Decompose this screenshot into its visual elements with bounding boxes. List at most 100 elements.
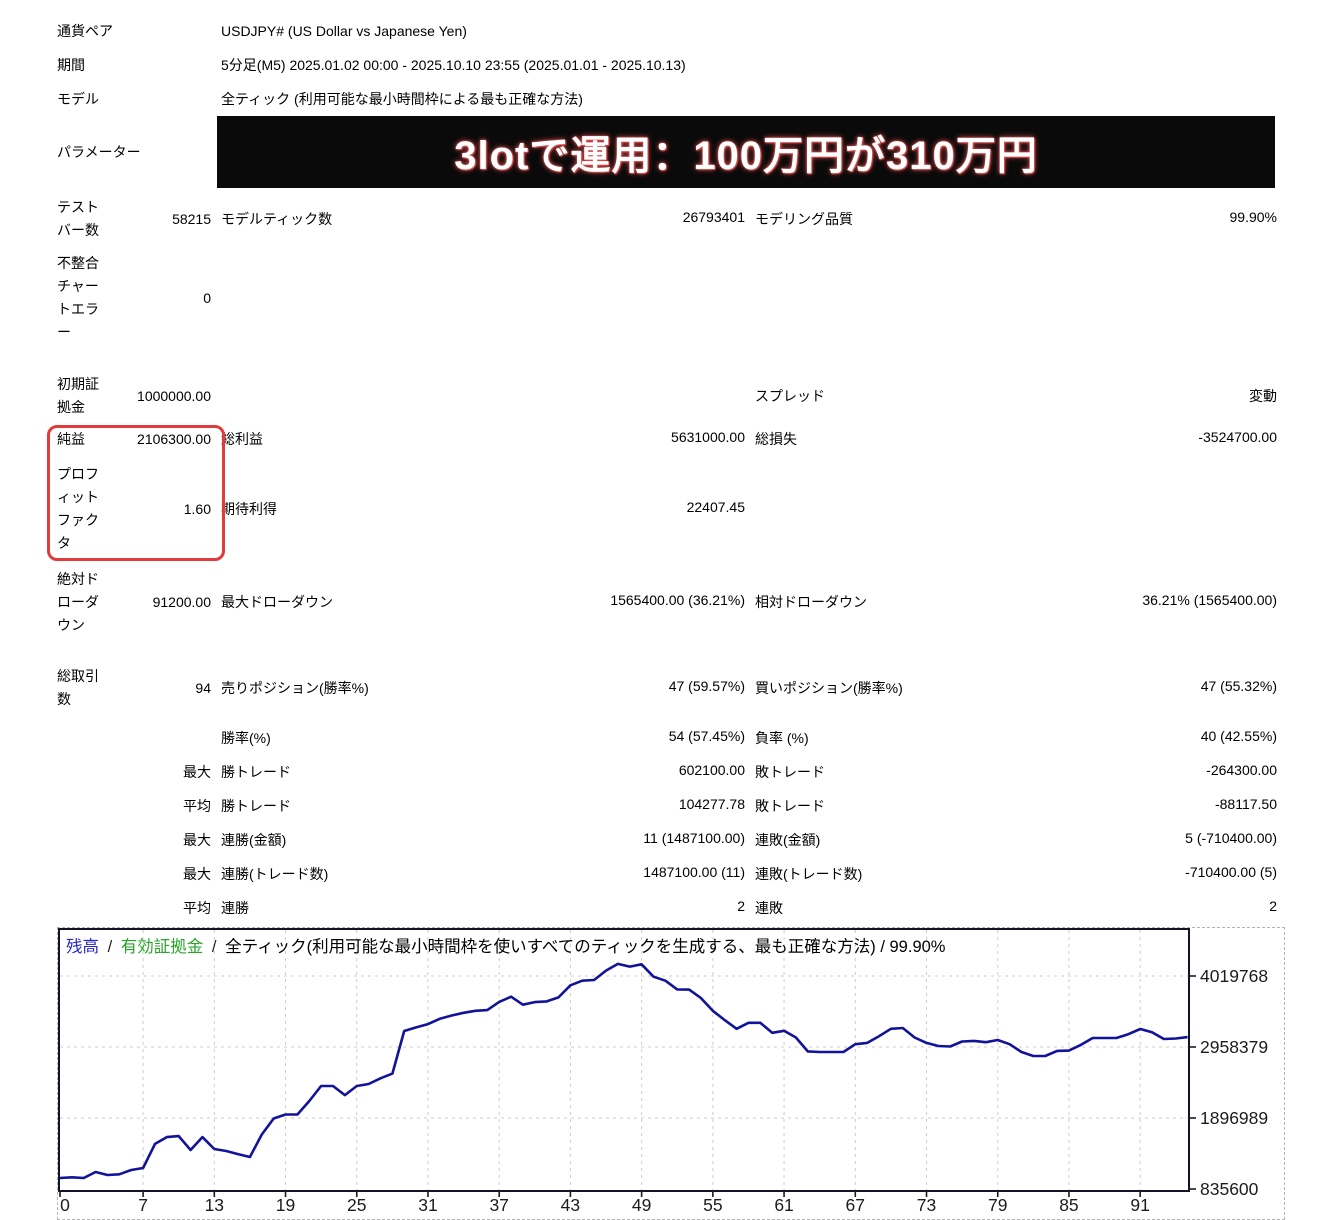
stat-label: 勝トレード bbox=[221, 764, 291, 780]
legend-separator: / bbox=[211, 938, 217, 956]
stat-label: 連敗 bbox=[755, 900, 783, 916]
stat-label: モデリング品質 bbox=[755, 211, 853, 227]
stat-value: -88117.50 bbox=[1214, 796, 1277, 812]
x-axis-label: 67 bbox=[845, 1195, 866, 1215]
stat-label: 不整合チャートエラー bbox=[57, 255, 99, 340]
period-value: 5分足(M5) 2025.01.02 00:00 - 2025.10.10 23… bbox=[221, 57, 686, 73]
stat-label: 連敗(金額) bbox=[755, 832, 821, 848]
symbol-value: USDJPY# (US Dollar vs Japanese Yen) bbox=[221, 23, 467, 39]
y-axis-labels: 4019768 2958379 1896989 835600 bbox=[1190, 928, 1284, 1199]
stat-value: 1.60 bbox=[183, 501, 211, 517]
stat-label: 勝率(%) bbox=[221, 730, 271, 746]
x-axis-label: 85 bbox=[1059, 1195, 1079, 1215]
stat-label: 連勝 bbox=[221, 900, 249, 916]
stat-label: スプレッド bbox=[755, 388, 825, 404]
stat-value: 26793401 bbox=[682, 209, 745, 225]
stat-value: 58215 bbox=[172, 211, 211, 227]
legend-separator: / bbox=[107, 938, 113, 956]
model-value: 全ティック (利用可能な最小時間枠による最も正確な方法) bbox=[221, 91, 583, 107]
stat-row-average-trade: 平均 勝トレード 104277.78 敗トレード -88117.50 bbox=[57, 789, 1277, 823]
stat-label: 最大 bbox=[183, 866, 211, 882]
stat-row-mismatched-errors: 不整合チャートエラー 0 bbox=[57, 250, 1277, 346]
stat-label: 負率 (%) bbox=[755, 730, 809, 746]
stat-label: プロフィットファクタ bbox=[57, 466, 99, 551]
stat-label: 純益 bbox=[57, 430, 85, 447]
x-axis-label: 61 bbox=[774, 1195, 794, 1215]
stat-row-profit-factor: プロフィットファクタ 1.60 期待利得 22407.45 bbox=[57, 459, 1277, 559]
stat-value: 54 (57.45%) bbox=[668, 728, 745, 744]
x-axis-label: 43 bbox=[560, 1195, 581, 1215]
stat-row-drawdown: 絶対ドローダウン 91200.00 最大ドローダウン 1565400.00 (36… bbox=[57, 559, 1277, 645]
stat-value: -264300.00 bbox=[1206, 762, 1277, 778]
balance-curve-svg bbox=[59, 930, 1196, 1197]
x-axis-label: 91 bbox=[1130, 1195, 1150, 1215]
stat-label: モデルティック数 bbox=[221, 211, 333, 227]
stat-row-largest-trade: 最大 勝トレード 602100.00 敗トレード -264300.00 bbox=[57, 755, 1277, 789]
x-axis-label: 31 bbox=[418, 1195, 438, 1215]
stat-label: 連敗(トレード数) bbox=[755, 866, 863, 882]
stat-label: 連勝(金額) bbox=[221, 832, 287, 848]
parameters-row: パラメーター 3lotで運用：100万円が310万円 bbox=[57, 116, 1277, 188]
y-axis-label: 2958379 bbox=[1200, 1036, 1269, 1057]
stat-value: 104277.78 bbox=[678, 796, 745, 812]
x-axis-label: 19 bbox=[275, 1195, 296, 1215]
balance-chart-section: 残高 / 有効証拠金 / 全ティック(利用可能な最小時間枠を使いすべてのティック… bbox=[57, 927, 1285, 1220]
stat-label: 買いポジション(勝率%) bbox=[755, 680, 903, 696]
stat-row-net-profit: 純益 2106300.00 総利益 5631000.00 総損失 -3524700.… bbox=[57, 419, 1277, 459]
stat-value: 変動 bbox=[1249, 388, 1277, 404]
stat-label: 最大ドローダウン bbox=[221, 594, 333, 610]
y-axis-label: 1896989 bbox=[1200, 1108, 1269, 1128]
model-row: モデル 全ティック (利用可能な最小時間枠による最も正確な方法) bbox=[57, 82, 1277, 116]
stat-value: 0 bbox=[203, 290, 211, 306]
stat-value: 47 (55.32%) bbox=[1200, 678, 1277, 694]
chart-plot-area: 残高 / 有効証拠金 / 全ティック(利用可能な最小時間枠を使いすべてのティック… bbox=[58, 928, 1196, 1197]
stat-label: 最大 bbox=[183, 764, 211, 780]
x-axis-label: 0 bbox=[60, 1195, 70, 1215]
banner-text: 3lotで運用：100万円が310万円 bbox=[454, 134, 1038, 178]
stat-value: 94 bbox=[195, 680, 211, 696]
stat-label: テストバー数 bbox=[57, 199, 99, 238]
legend-equity-label: 有効証拠金 bbox=[120, 938, 204, 956]
backtest-report-page: 通貨ペア USDJPY# (US Dollar vs Japanese Yen)… bbox=[0, 0, 1285, 1220]
stat-value: 47 (59.57%) bbox=[668, 678, 745, 694]
stat-label: 勝トレード bbox=[221, 798, 291, 814]
symbol-row: 通貨ペア USDJPY# (US Dollar vs Japanese Yen) bbox=[57, 14, 1277, 48]
stat-label: 連勝(トレード数) bbox=[221, 866, 329, 882]
x-axis-label: 79 bbox=[987, 1195, 1008, 1215]
x-axis-label: 25 bbox=[347, 1195, 367, 1215]
symbol-label: 通貨ペア bbox=[57, 23, 113, 39]
stat-value: 22407.45 bbox=[686, 499, 745, 515]
stat-value: -3524700.00 bbox=[1198, 429, 1277, 445]
stat-label: 敗トレード bbox=[755, 764, 825, 780]
stat-label: 最大 bbox=[183, 832, 211, 848]
stat-label: 相対ドローダウン bbox=[755, 594, 867, 610]
chart-legend: 残高 / 有効証拠金 / 全ティック(利用可能な最小時間枠を使いすべてのティック… bbox=[66, 933, 945, 957]
stat-value: 1565400.00 (36.21%) bbox=[610, 592, 745, 608]
stat-label: 平均 bbox=[183, 798, 211, 814]
stat-row-win-rate: 勝率(%) 54 (57.45%) 負率 (%) 40 (42.55%) bbox=[57, 721, 1277, 755]
stat-value: 2 bbox=[737, 898, 745, 914]
stat-value: 99.90% bbox=[1229, 209, 1277, 225]
stat-value: 5631000.00 bbox=[671, 429, 745, 445]
stat-row-average-consecutive: 平均 連勝 2 連敗 2 bbox=[57, 891, 1277, 925]
legend-balance-label: 残高 bbox=[66, 938, 99, 956]
stat-row-max-consecutive-count: 最大 連勝(トレード数) 1487100.00 (11) 連敗(トレード数) -71… bbox=[57, 857, 1277, 891]
stat-value: 36.21% (1565400.00) bbox=[1142, 592, 1277, 608]
x-axis-label: 73 bbox=[916, 1195, 937, 1215]
stat-value: 602100.00 bbox=[678, 762, 745, 778]
stat-label: 絶対ドローダウン bbox=[57, 570, 99, 633]
stat-label: 期待利得 bbox=[221, 501, 277, 517]
stat-label: 平均 bbox=[183, 900, 211, 916]
stat-label: 敗トレード bbox=[755, 798, 825, 814]
period-label: 期間 bbox=[57, 57, 85, 73]
stat-value: 2106300.00 bbox=[137, 431, 211, 447]
stat-value: 11 (1487100.00) bbox=[643, 830, 745, 846]
stat-value: 2 bbox=[1269, 898, 1277, 914]
stat-row-total-trades: 総取引数 94 売りポジション(勝率%) 47 (59.57%) 買いポジション(… bbox=[57, 655, 1277, 721]
x-axis-label: 55 bbox=[703, 1195, 723, 1215]
chart-description: 全ティック(利用可能な最小時間枠を使いすべてのティックを生成する、最も正確な方法… bbox=[225, 938, 946, 956]
stat-row-test-bars: テストバー数 58215 モデルティック数 26793401 モデリング品質 99.… bbox=[57, 188, 1277, 250]
parameter-banner: 3lotで運用：100万円が310万円 bbox=[217, 116, 1275, 188]
stat-value: 1000000.00 bbox=[137, 388, 211, 404]
stat-label: 売りポジション(勝率%) bbox=[221, 680, 369, 696]
